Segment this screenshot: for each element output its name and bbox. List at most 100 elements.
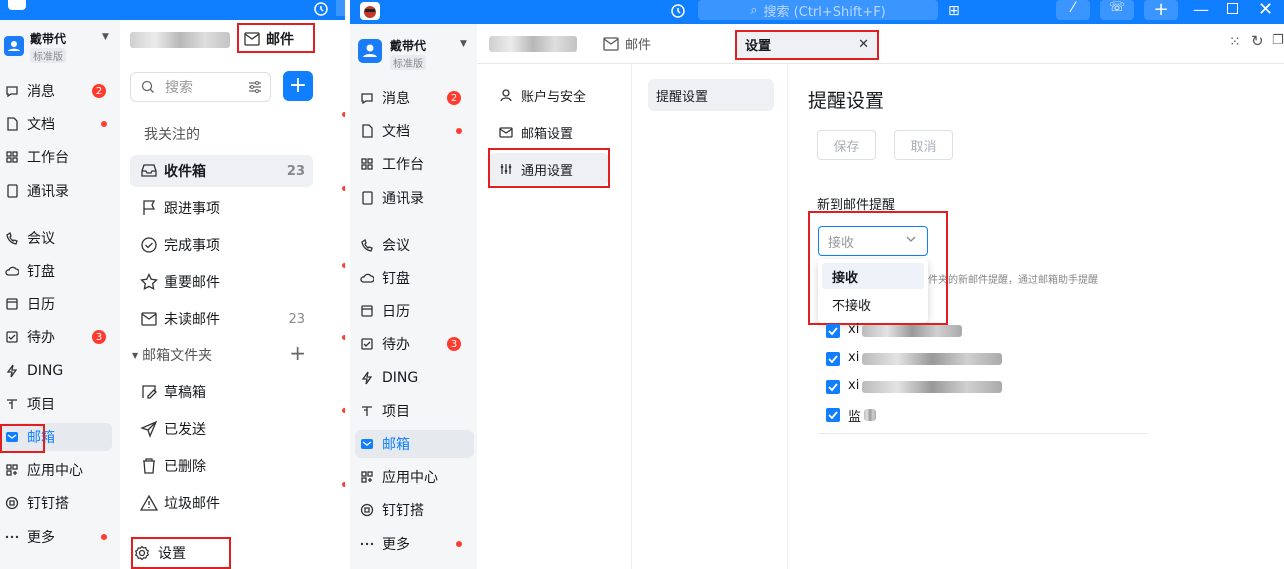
history-icon[interactable] — [670, 3, 686, 19]
account-label: xi — [848, 378, 860, 393]
folder-item[interactable]: 完成事项 — [130, 229, 313, 261]
window-icon[interactable]: ❐ — [1272, 33, 1284, 48]
sidebar-item-5[interactable]: 钉盘 — [0, 257, 112, 285]
sidebar-item-0[interactable]: 消息 2 — [355, 84, 474, 112]
app-logo[interactable] — [360, 2, 380, 20]
sidebar-item-6[interactable]: 日历 — [0, 290, 112, 318]
tab-settings[interactable]: 设置 ✕ — [737, 30, 877, 58]
settings-button[interactable]: 设置 — [134, 541, 186, 565]
tab-mail[interactable]: 邮件 — [603, 34, 651, 53]
unread-dot — [342, 482, 345, 487]
refresh-icon[interactable]: ↻ — [1251, 32, 1264, 50]
folder-item[interactable]: 重要邮件 — [130, 266, 313, 298]
sidebar-item-13[interactable]: 更多 — [355, 530, 474, 558]
sidebar-item-11[interactable]: 应用中心 — [355, 463, 474, 491]
project-icon — [5, 397, 19, 411]
star-icon — [140, 273, 158, 291]
add-folder-icon[interactable]: + — [289, 341, 306, 365]
maximize-icon[interactable] — [1227, 3, 1238, 14]
org-dropdown-icon[interactable]: ▼ — [460, 39, 467, 49]
gear-icon — [134, 545, 150, 561]
compose-button[interactable]: + — [283, 71, 313, 101]
sidebar-item-9[interactable]: 项目 — [0, 390, 112, 418]
folder-count: 23 — [288, 311, 305, 327]
save-button[interactable]: 保存 — [817, 130, 876, 160]
blurred-email — [864, 409, 876, 421]
sidebar-item-6[interactable]: 日历 — [355, 297, 474, 325]
account-checkbox[interactable] — [826, 324, 840, 338]
sidebar-item-2[interactable]: 工作台 — [0, 143, 112, 171]
filter-icon[interactable] — [248, 80, 262, 94]
search-input[interactable]: 搜索 — [130, 72, 271, 102]
sidebar-item-4[interactable]: 会议 — [355, 231, 474, 259]
folder-item[interactable]: 草稿箱 — [130, 376, 313, 408]
sidebar-item-8[interactable]: DING — [0, 357, 112, 385]
settings-menu-item[interactable]: 账户与安全 — [489, 79, 619, 111]
close-icon[interactable]: ✕ — [1258, 0, 1273, 20]
account-checkbox[interactable] — [826, 408, 840, 422]
sidebar-item-13[interactable]: 更多 — [0, 523, 112, 551]
meeting-icon — [5, 231, 19, 245]
cancel-button[interactable]: 取消 — [894, 130, 953, 160]
org-avatar[interactable] — [358, 39, 382, 63]
search-icon: ⌕ — [750, 2, 758, 18]
sidebar-item-3[interactable]: 通讯录 — [0, 177, 112, 205]
sidebar-item-9[interactable]: 项目 — [355, 397, 474, 425]
minimize-icon[interactable]: — — [1193, 0, 1209, 19]
section-folders-title: 邮箱文件夹 — [142, 348, 213, 364]
trash-icon — [140, 457, 158, 475]
sidebar-item-0[interactable]: 消息 2 — [0, 77, 112, 105]
more-icon — [360, 537, 374, 551]
folder-item[interactable]: 跟进事项 — [130, 192, 313, 224]
folder-item[interactable]: 收件箱 23 — [130, 155, 313, 187]
dropdown-option-receive[interactable]: 接收 — [822, 263, 924, 289]
org-avatar[interactable] — [4, 36, 24, 56]
folder-item[interactable]: 已删除 — [130, 450, 313, 482]
org-dropdown-icon[interactable]: ▼ — [102, 32, 109, 42]
history-icon[interactable] — [313, 1, 329, 17]
phone-button[interactable]: ☏ — [1100, 0, 1134, 20]
sidebar-item-7[interactable]: 待办 3 — [0, 323, 112, 351]
sidebar-item-1[interactable]: 文档 — [0, 110, 112, 138]
dropdown-option-not-receive[interactable]: 不接收 — [822, 291, 924, 317]
sidebar-item-1[interactable]: 文档 — [355, 117, 474, 145]
settings-menu-item[interactable]: 邮箱设置 — [489, 116, 619, 148]
folder-item[interactable]: 未读邮件 23 — [130, 303, 313, 335]
sidebar-item-4[interactable]: 会议 — [0, 224, 112, 252]
sidebar-item-10[interactable]: 邮箱 — [0, 423, 112, 451]
mail-icon — [5, 430, 19, 444]
reminder-select[interactable]: 接收 — [818, 226, 928, 256]
magic-button[interactable]: ⁄ — [1056, 0, 1090, 20]
sidebar-item-10[interactable]: 邮箱 — [355, 430, 474, 458]
title-bar-button[interactable] — [336, 0, 345, 16]
section-folders-header[interactable]: ▼ 邮箱文件夹 + — [132, 341, 312, 365]
folder-item[interactable]: 已发送 — [130, 413, 313, 445]
submenu-item-reminder[interactable]: 提醒设置 — [648, 79, 774, 111]
dingda-icon — [5, 496, 19, 510]
settings-menu-item[interactable]: 通用设置 — [489, 153, 609, 185]
org-name[interactable]: 戴带代 — [30, 30, 66, 47]
sidebar-item-label: 会议 — [382, 237, 410, 254]
global-search-input[interactable]: ⌕ 搜索 (Ctrl+Shift+F) — [698, 0, 938, 20]
page-title: 提醒设置 — [808, 90, 885, 112]
message-icon — [360, 91, 374, 105]
ding-icon — [360, 371, 374, 385]
account-checkbox[interactable] — [826, 352, 840, 366]
sidebar-item-3[interactable]: 通讯录 — [355, 184, 474, 212]
sidebar-item-12[interactable]: 钉钉搭 — [0, 489, 112, 517]
sidebar-item-5[interactable]: 钉盘 — [355, 264, 474, 292]
sidebar-item-11[interactable]: 应用中心 — [0, 456, 112, 484]
tab-close-icon[interactable]: ✕ — [858, 37, 869, 52]
sidebar-item-8[interactable]: DING — [355, 364, 474, 392]
folder-item[interactable]: 垃圾邮件 — [130, 487, 313, 519]
sidebar-item-2[interactable]: 工作台 — [355, 150, 474, 178]
account-checkbox[interactable] — [826, 380, 840, 394]
sidebar-item-12[interactable]: 钉钉搭 — [355, 496, 474, 524]
sidebar-item-7[interactable]: 待办 3 — [355, 330, 474, 358]
tab-mail[interactable]: 邮件 — [244, 26, 294, 52]
new-button[interactable]: + — [1144, 0, 1178, 20]
blurred-email — [862, 325, 962, 337]
grid-icon[interactable]: ⁙ — [1229, 34, 1241, 50]
scan-icon[interactable]: ⊞ — [948, 3, 960, 19]
org-name[interactable]: 戴带代 — [390, 37, 426, 54]
